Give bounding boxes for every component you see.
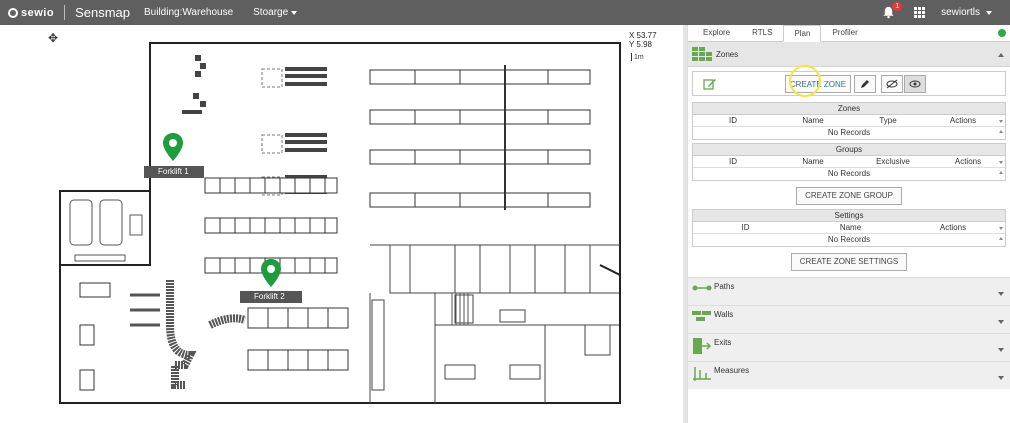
no-records-text: No Records	[827, 169, 871, 178]
forklift-1-label: Forklift 1	[144, 166, 204, 178]
zones-empty-row: No Records	[693, 127, 1005, 139]
caret-down-icon	[986, 10, 992, 15]
col-actions[interactable]: Actions	[903, 222, 1003, 234]
scroll-updown-icon[interactable]	[999, 237, 1003, 240]
settings-empty-row: No Records	[693, 234, 1005, 246]
zones-section-label: Zones	[716, 49, 739, 59]
chevron-down-icon	[998, 292, 1004, 296]
settings-table-title: Settings	[693, 210, 1005, 222]
groups-table: Groups ID Name Exclusive Actions No Reco…	[692, 143, 1006, 181]
top-bar: sewio Sensmap Building:Warehouse Stoarge…	[0, 0, 1010, 25]
no-records-text: No Records	[827, 235, 871, 244]
paths-label: Paths	[714, 282, 735, 291]
zones-table-header: ID Name Type Actions	[693, 115, 1005, 127]
zones-table: Zones ID Name Type Actions No Records	[692, 102, 1006, 140]
tab-rtls[interactable]: RTLS	[741, 24, 783, 41]
chevron-down-icon	[998, 376, 1004, 380]
scroll-updown-icon[interactable]	[999, 171, 1003, 174]
eye-icon	[909, 80, 921, 88]
header-divider	[64, 5, 66, 20]
notification-badge: 1	[892, 1, 903, 11]
walls-icon	[692, 311, 711, 321]
walls-section-header[interactable]: Walls	[688, 305, 1010, 333]
chevron-down-icon	[998, 348, 1004, 352]
app-title: Sensmap	[75, 5, 130, 20]
exits-section-header[interactable]: Exits	[688, 333, 1010, 361]
map-pin-icon	[261, 259, 281, 287]
col-id[interactable]: ID	[693, 115, 773, 127]
click-highlight	[789, 65, 821, 97]
zone-toolbar: CREATE ZONE	[692, 65, 1006, 97]
side-panel: Explore RTLS Plan Profiler Zones CREATE …	[687, 25, 1010, 423]
panel-tabs: Explore RTLS Plan Profiler	[688, 25, 1010, 42]
settings-table-header: ID Name Actions	[693, 222, 1005, 234]
walls-label: Walls	[714, 310, 734, 319]
col-type[interactable]: Type	[853, 115, 923, 127]
col-actions[interactable]: Actions	[933, 156, 1003, 168]
col-name[interactable]: Name	[773, 115, 853, 127]
exits-icon	[693, 338, 712, 354]
zones-section-header[interactable]: Zones	[688, 42, 1010, 67]
scroll-down-icon[interactable]	[999, 161, 1003, 164]
col-name[interactable]: Name	[798, 222, 903, 234]
no-records-text: No Records	[827, 128, 871, 137]
floor-label: Stoarge	[253, 7, 289, 18]
measures-section-header[interactable]: Measures	[688, 361, 1010, 389]
zones-icon	[692, 47, 712, 61]
logo-text: sewio	[21, 6, 55, 19]
user-menu[interactable]: sewiortls	[941, 7, 992, 18]
apps-grid-icon[interactable]	[914, 7, 926, 18]
chevron-down-icon	[998, 320, 1004, 324]
groups-table-header: ID Name Exclusive Actions	[693, 156, 1005, 168]
measures-icon	[693, 367, 711, 381]
settings-table: Settings ID Name Actions No Records	[692, 209, 1006, 247]
show-zones-button[interactable]	[904, 75, 926, 93]
sewio-logo: sewio	[8, 7, 54, 19]
scroll-down-icon[interactable]	[999, 120, 1003, 123]
col-actions[interactable]: Actions	[923, 115, 1003, 127]
tab-explore[interactable]: Explore	[692, 24, 741, 41]
scroll-updown-icon[interactable]	[999, 130, 1003, 133]
notifications-button[interactable]: 1	[882, 1, 903, 20]
col-id[interactable]: ID	[693, 222, 798, 234]
paths-section-header[interactable]: Paths	[688, 277, 1010, 305]
groups-empty-row: No Records	[693, 168, 1005, 180]
col-name[interactable]: Name	[773, 156, 853, 168]
map-pin-icon	[163, 133, 183, 161]
logo-mark-icon	[8, 7, 18, 18]
tab-plan[interactable]: Plan	[783, 25, 822, 42]
tab-profiler[interactable]: Profiler	[821, 24, 868, 41]
edit-zone-button[interactable]	[854, 75, 876, 93]
floor-plan-map[interactable]: ✥ X 53.77 Y 5.98 1m Forklift 1 Forklift …	[0, 25, 683, 423]
forklift-2-label: Forklift 2	[240, 291, 302, 303]
hide-zones-button[interactable]	[881, 75, 903, 93]
measures-label: Measures	[714, 366, 750, 375]
scroll-down-icon[interactable]	[999, 227, 1003, 230]
edit-note-icon[interactable]	[703, 77, 717, 91]
status-ok-icon	[998, 29, 1006, 37]
building-selector[interactable]: Building:Warehouse	[144, 7, 233, 18]
username: sewiortls	[941, 7, 980, 18]
zones-table-title: Zones	[693, 103, 1005, 115]
pencil-icon	[861, 80, 869, 88]
caret-down-icon	[291, 10, 298, 15]
groups-table-title: Groups	[693, 144, 1005, 156]
chevron-up-icon	[998, 53, 1004, 57]
floor-dropdown[interactable]: Stoarge	[253, 7, 298, 18]
eye-slash-icon	[886, 79, 898, 89]
col-exclusive[interactable]: Exclusive	[853, 156, 933, 168]
paths-icon	[692, 285, 712, 291]
forklift-1-marker[interactable]	[162, 133, 184, 161]
floor-plan-drawing	[59, 42, 621, 404]
forklift-2-marker[interactable]	[260, 259, 282, 287]
exits-label: Exits	[714, 338, 732, 347]
create-zone-group-button[interactable]: CREATE ZONE GROUP	[796, 187, 902, 205]
col-id[interactable]: ID	[693, 156, 773, 168]
create-zone-settings-button[interactable]: CREATE ZONE SETTINGS	[790, 253, 908, 271]
